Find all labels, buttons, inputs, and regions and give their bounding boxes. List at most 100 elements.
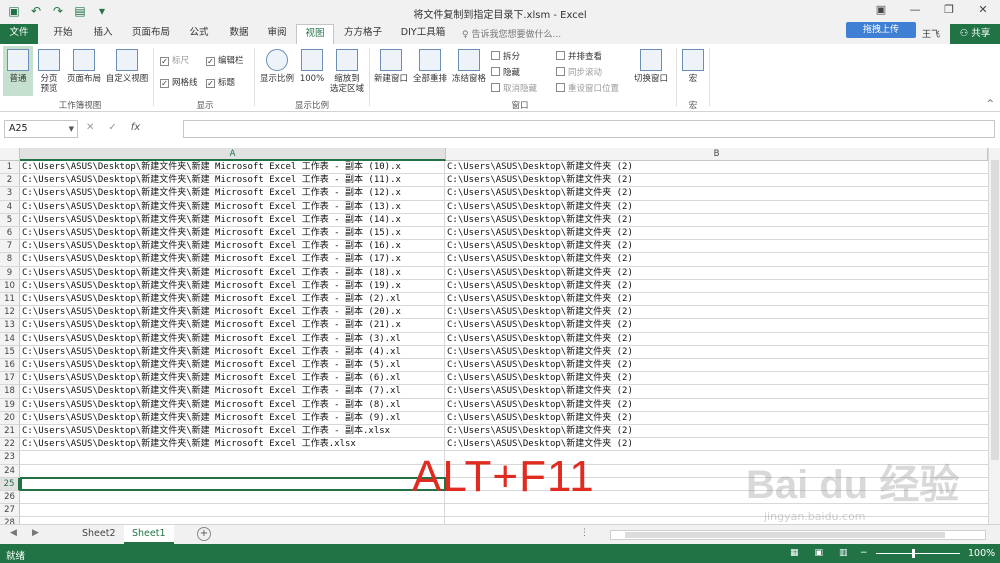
reset-window-position-button[interactable]: 重设窗口位置 [556,82,619,94]
horizontal-scroll-thumb[interactable] [625,532,945,538]
add-sheet-icon[interactable]: + [197,527,211,541]
tab-page-layout[interactable]: 页面布局 [124,24,178,44]
select-all-corner[interactable] [0,148,20,161]
view-side-by-side-button[interactable]: 并排查看 [556,50,602,62]
cell-a[interactable]: C:\Users\ASUS\Desktop\新建文件夹\新建 Microsoft… [20,227,445,241]
cell-a[interactable]: C:\Users\ASUS\Desktop\新建文件夹\新建 Microsoft… [20,253,445,267]
enter-icon[interactable]: ✓ [108,122,116,133]
minimize-icon[interactable]: — [898,0,932,22]
sync-scroll-button[interactable]: 同步滚动 [556,66,602,78]
sheet-tab-sheet2[interactable]: Sheet2 [74,525,124,544]
cell-a[interactable]: C:\Users\ASUS\Desktop\新建文件夹\新建 Microsoft… [20,372,445,386]
row-header[interactable]: 11 [0,293,20,307]
horizontal-scrollbar[interactable] [610,530,986,540]
insert-function-icon[interactable]: fx [131,122,140,133]
tab-split-icon[interactable]: ⋮ [580,528,589,538]
cell-a[interactable]: C:\Users\ASUS\Desktop\新建文件夹\新建 Microsoft… [20,187,445,201]
row-header[interactable]: 10 [0,279,20,293]
formula-input[interactable] [183,120,995,138]
cell-a[interactable]: C:\Users\ASUS\Desktop\新建文件夹\新建 Microsoft… [20,293,445,307]
tab-formulas[interactable]: 公式 [180,24,218,44]
cell-b[interactable]: C:\Users\ASUS\Desktop\新建文件夹 (2) [445,174,988,188]
ruler-checkbox[interactable]: ✓ 标尺 [160,54,189,66]
row-header[interactable]: 21 [0,425,20,439]
row-header[interactable]: 17 [0,372,20,386]
row-header[interactable]: 15 [0,345,20,359]
cell-a[interactable] [20,504,445,518]
tab-fangfang[interactable]: 方方格子 [336,24,390,44]
row-header[interactable]: 20 [0,411,20,425]
page-break-status-icon[interactable]: ▥ [839,548,848,558]
cell-a[interactable]: C:\Users\ASUS\Desktop\新建文件夹\新建 Microsoft… [20,411,445,425]
cell-b[interactable]: C:\Users\ASUS\Desktop\新建文件夹 (2) [445,425,988,439]
row-header[interactable]: 25 [0,477,20,491]
custom-views-button[interactable]: 自定义视图 [104,49,150,84]
zoom-slider[interactable] [876,553,960,554]
cell-b[interactable]: C:\Users\ASUS\Desktop\新建文件夹 (2) [445,293,988,307]
page-layout-status-icon[interactable]: ▣ [815,548,824,558]
split-button[interactable]: 拆分 [491,50,520,62]
column-header-a[interactable]: A [20,148,446,161]
row-header[interactable]: 16 [0,359,20,373]
headings-checkbox[interactable]: ✓ 标题 [206,76,235,88]
tab-view[interactable]: 视图 [296,24,334,44]
maximize-icon[interactable]: ❐ [932,0,966,22]
tab-data[interactable]: 数据 [220,24,258,44]
row-header[interactable]: 1 [0,161,20,175]
zoom-slider-thumb[interactable] [912,549,915,558]
row-header[interactable]: 26 [0,491,20,505]
cell-a[interactable] [20,464,445,478]
cell-b[interactable]: C:\Users\ASUS\Desktop\新建文件夹 (2) [445,399,988,412]
sheet-prev-icon[interactable]: ◀ [10,528,17,538]
gridlines-checkbox[interactable]: ✓ 网格线 [160,76,198,88]
cell-b[interactable]: C:\Users\ASUS\Desktop\新建文件夹 (2) [445,359,988,373]
cell-a[interactable]: C:\Users\ASUS\Desktop\新建文件夹\新建 Microsoft… [20,438,445,452]
tell-me-search[interactable]: ♀ 告诉我您想要做什么... [462,27,561,40]
cell-a[interactable]: C:\Users\ASUS\Desktop\新建文件夹\新建 Microsoft… [20,174,445,188]
upload-button[interactable]: 拖拽上传 [846,22,916,38]
column-header-b[interactable]: B [446,148,988,161]
cell-b[interactable]: C:\Users\ASUS\Desktop\新建文件夹 (2) [445,187,988,201]
user-name[interactable]: 王飞 [922,27,940,40]
tab-diy-toolbox[interactable]: DIY工具箱 [392,24,454,44]
cell-b[interactable]: C:\Users\ASUS\Desktop\新建文件夹 (2) [445,227,988,241]
tab-review[interactable]: 审阅 [258,24,296,44]
switch-windows-button[interactable]: 切换窗口 [630,49,672,84]
row-header[interactable]: 18 [0,385,20,399]
row-header[interactable]: 14 [0,332,20,346]
formula-bar-checkbox[interactable]: ✓ 编辑栏 [206,54,244,66]
sheet-tab-sheet1[interactable]: Sheet1 [124,525,174,544]
zoom-level[interactable]: 100% [968,548,995,559]
cell-a[interactable]: C:\Users\ASUS\Desktop\新建文件夹\新建 Microsoft… [20,385,445,399]
cell-b[interactable]: C:\Users\ASUS\Desktop\新建文件夹 (2) [445,333,988,346]
cell-b[interactable]: C:\Users\ASUS\Desktop\新建文件夹 (2) [445,346,988,359]
vertical-scroll-thumb[interactable] [991,160,999,460]
normal-view-status-icon[interactable]: ▦ [790,548,799,558]
sheet-next-icon[interactable]: ▶ [32,528,39,538]
tab-file[interactable]: 文件 [0,24,38,44]
row-header[interactable]: 5 [0,213,20,227]
cell-b[interactable]: C:\Users\ASUS\Desktop\新建文件夹 (2) [445,267,988,280]
vertical-scrollbar[interactable] [988,148,1000,524]
new-window-button[interactable]: 新建窗口 [372,49,410,84]
row-header[interactable]: 6 [0,227,20,241]
row-header[interactable]: 4 [0,200,20,214]
cell-b[interactable]: C:\Users\ASUS\Desktop\新建文件夹 (2) [445,161,988,175]
row-header[interactable]: 8 [0,253,20,267]
zoom-to-selection-button[interactable]: 缩放到 选定区域 [328,49,366,94]
chevron-down-icon[interactable]: ▼ [69,121,74,137]
cell-a[interactable]: C:\Users\ASUS\Desktop\新建文件夹\新建 Microsoft… [20,332,445,346]
cell-a[interactable]: C:\Users\ASUS\Desktop\新建文件夹\新建 Microsoft… [20,306,445,320]
zoom-100-button[interactable]: 100% [298,49,326,84]
cell-b[interactable] [445,517,988,524]
unhide-button[interactable]: 取消隐藏 [491,82,537,94]
cell-a[interactable] [20,451,445,465]
row-header[interactable]: 7 [0,240,20,254]
cell-a[interactable]: C:\Users\ASUS\Desktop\新建文件夹\新建 Microsoft… [20,319,445,333]
cell-b[interactable]: C:\Users\ASUS\Desktop\新建文件夹 (2) [445,253,988,267]
cell-a[interactable]: C:\Users\ASUS\Desktop\新建文件夹\新建 Microsoft… [20,425,445,439]
row-header[interactable]: 12 [0,306,20,320]
row-header[interactable]: 24 [0,464,20,478]
row-header[interactable]: 19 [0,398,20,412]
cancel-icon[interactable]: ✕ [86,122,94,133]
